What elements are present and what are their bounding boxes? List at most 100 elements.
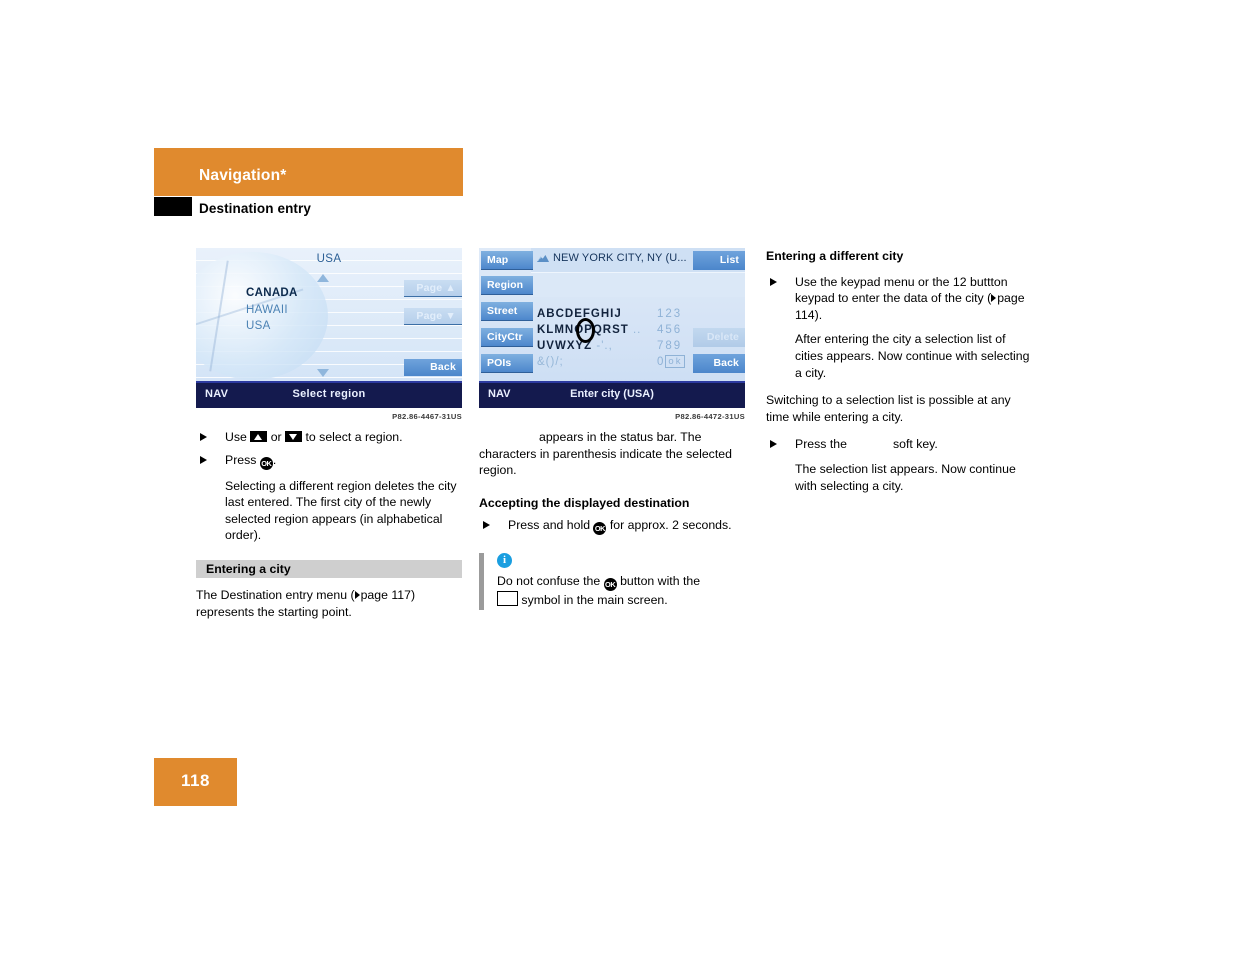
body-paragraph: The Destination entry menu (page 117) re… [196,587,462,620]
arrow-down-button-icon [285,431,303,442]
arrow-up-button-icon [250,431,268,442]
scroll-down-arrow-icon[interactable] [317,369,329,377]
softkey-street[interactable]: Street [481,302,533,321]
keypad-numbers[interactable]: 123 456 789 0 ok [657,306,686,370]
square-symbol-icon [497,591,518,607]
note-side-bar [479,553,484,610]
keypad-num-row[interactable]: 123 [657,306,685,322]
note-text: Do not confuse the OK button with the sy… [497,573,745,610]
nav-screen-city: NEW YORK CITY, NY (U... Map Region Stree… [479,248,745,408]
keypad-row-extra[interactable]: -'., [596,340,612,352]
body-paragraph: The selection list appears. Now continue… [795,461,1016,493]
softkey-pois[interactable]: POIs [481,354,533,373]
section-title: Destination entry [199,201,311,216]
bullet-text-pre: Press the [795,437,847,452]
figure-caption: P82.86-4472-31US [675,412,745,421]
ok-button-icon: OK [593,522,607,536]
destination-bar-second-line [531,272,745,297]
instruction-bullet: Press the soft key. [766,436,1036,453]
subsection-heading: Entering a different city [766,249,904,263]
status-bar-title: Enter city (USA) [570,388,654,400]
page-ref-triangle-icon [354,590,360,599]
bullet-triangle-icon [200,433,207,441]
body-paragraph: After entering the city a selection list… [795,332,1030,380]
info-icon: i [497,553,512,569]
softkey-page-up[interactable]: Page ▲ [404,280,462,297]
list-item[interactable]: USA [246,318,298,335]
body-paragraph: Switching to a selection list is possibl… [766,393,1011,424]
column-middle-text: appears in the status bar. The character… [479,429,745,610]
figure-caption: P82.86-4467-31US [392,412,462,421]
section-marker [154,197,192,216]
nav-screen-region: USA CANADA HAWAII USA Page ▲ Page ▼ Back… [196,248,462,408]
softkey-map[interactable]: Map [481,251,533,270]
softkey-back[interactable]: Back [693,354,745,373]
keypad-zero[interactable]: 0 [657,356,665,368]
body-paragraph: Selecting a different region deletes the… [225,478,457,543]
ok-button-icon: OK [259,456,273,470]
note-text-post: symbol in the main screen. [521,593,668,608]
bullet-text-post: to select a region. [305,430,403,444]
info-note: i Do not confuse the OK button with the … [479,553,745,610]
subsection-heading: Entering a city [196,559,462,578]
list-item[interactable]: CANADA [246,285,298,302]
column-left: USA CANADA HAWAII USA Page ▲ Page ▼ Back… [196,248,462,620]
manual-page: Navigation* Destination entry USA CANADA… [0,0,1235,954]
destination-pin-icon [537,254,549,262]
paragraph-lead: appears in the status bar. [539,430,678,444]
region-list: CANADA HAWAII USA [246,285,298,335]
column-left-text: Use or to select a region. Press OK. Sel… [196,429,462,620]
bullet-triangle-icon [483,521,490,530]
keypad-row-extra[interactable]: .. [633,324,641,336]
softkey-delete[interactable]: Delete [693,328,745,347]
bullet-text-pre: Press [225,452,257,467]
figure-select-region: USA CANADA HAWAII USA Page ▲ Page ▼ Back… [196,248,462,408]
softkey-back[interactable]: Back [404,359,462,376]
keypad-row[interactable]: &()/; [537,354,641,370]
softkey-region[interactable]: Region [481,276,533,295]
column-right: Entering a different city Use the keypad… [766,248,1036,494]
paragraph-part-a: The Destination entry menu ( [196,587,355,602]
instruction-bullet: Press and hold OK for approx. 2 seconds. [479,517,745,536]
scroll-up-arrow-icon[interactable] [317,274,329,282]
column-right-text: Entering a different city Use the keypad… [766,248,1036,494]
keypad-num-row[interactable]: 0 ok [657,354,686,370]
column-middle: NEW YORK CITY, NY (U... Map Region Stree… [479,248,745,610]
keypad-cursor-ring-icon [576,318,595,343]
bullet-text-post: soft key. [892,437,938,452]
page-number: 118 [181,771,210,790]
note-text-mid: button with the [620,574,701,589]
note-text-pre: Do not confuse the [497,574,601,589]
bullet-text-pre: Use [225,430,247,444]
bullet-text-mid: or [270,430,282,444]
page-ref-triangle-icon [991,294,997,303]
chapter-title: Navigation* [199,167,287,184]
bullet-triangle-icon [770,440,777,449]
destination-text: NEW YORK CITY, NY (U... [537,252,687,264]
bullet-text-a: Use the keypad menu or the 12 buttton ke… [795,274,1008,306]
keypad-num-row[interactable]: 789 [657,338,685,354]
instruction-bullet: Press OK. [196,452,462,470]
figure-enter-city: NEW YORK CITY, NY (U... Map Region Stree… [479,248,745,408]
keypad-ok-key[interactable]: ok [665,355,686,368]
list-item[interactable]: HAWAII [246,302,298,319]
body-paragraph: appears in the status bar. The character… [479,429,745,479]
subsection-heading: Accepting the displayed destination [479,495,690,510]
softkey-cityctr[interactable]: CityCtr [481,328,533,347]
instruction-bullet: Use or to select a region. [196,429,462,446]
region-header-label: USA [316,253,342,265]
instruction-bullet: Use the keypad menu or the 12 buttton ke… [766,274,1036,324]
bullet-triangle-icon [200,455,207,464]
bullet-text-pre: Press and hold [508,518,591,533]
bullet-triangle-icon [770,277,777,286]
status-bar: NAV Select region [196,381,462,408]
softkey-list[interactable]: List [693,251,745,270]
destination-label: NEW YORK CITY, NY (U... [553,252,687,264]
bullet-text-post: . [272,452,277,467]
status-bar-title: Select region [292,388,366,400]
softkey-page-down[interactable]: Page ▼ [404,308,462,325]
ok-button-icon: OK [603,578,617,592]
keypad-num-row[interactable]: 456 [657,322,685,338]
bullet-text-post: for approx. 2 seconds. [609,518,732,533]
status-bar: NAV Enter city (USA) [479,381,745,408]
